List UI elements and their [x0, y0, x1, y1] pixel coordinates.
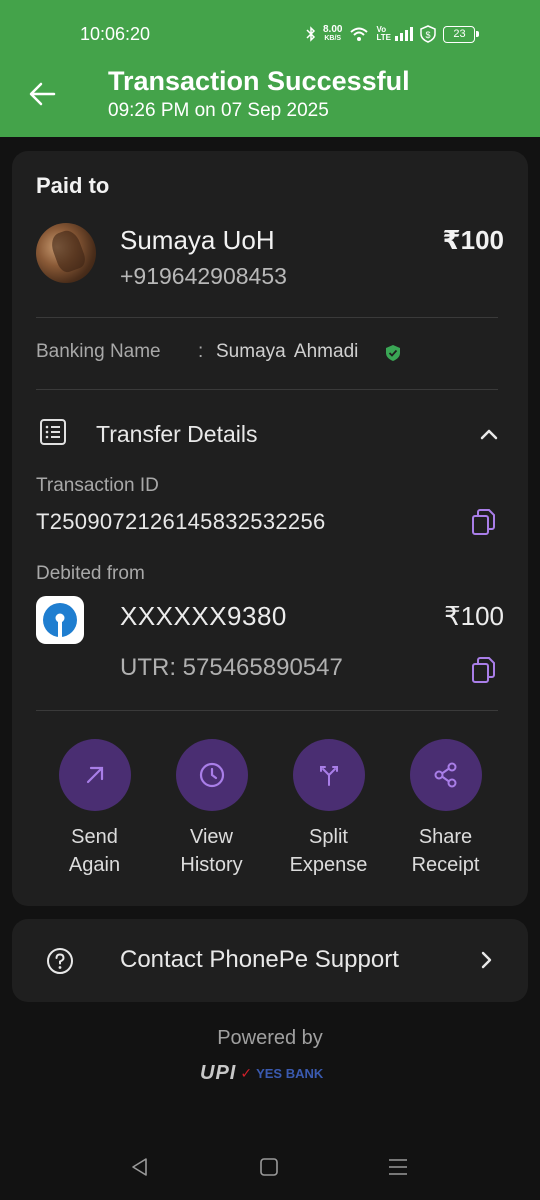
- system-nav-bar: [0, 1132, 540, 1200]
- banking-name-label: Banking Name: [36, 341, 161, 362]
- sbi-bank-logo: [36, 596, 84, 644]
- share-receipt-button[interactable]: Share Receipt: [387, 739, 504, 879]
- view-history-button[interactable]: View History: [153, 739, 270, 879]
- transaction-id-label: Transaction ID: [36, 475, 159, 496]
- bluetooth-icon: [306, 26, 316, 42]
- back-button[interactable]: [24, 76, 60, 112]
- split-icon: [319, 766, 338, 786]
- action-label-line1: Split: [309, 826, 348, 848]
- arrow-up-right-icon: [86, 766, 103, 784]
- utr-number: UTR: 575465890547: [120, 654, 343, 681]
- sbi-logo-icon: [43, 603, 77, 637]
- divider: [36, 710, 498, 711]
- nav-back-button[interactable]: [129, 1156, 151, 1178]
- status-bar: 10:06:20 8.00 KB/S Vo LTE $ 23: [0, 22, 540, 48]
- action-circle: [292, 739, 365, 811]
- quick-actions: Send Again View History Split Expense Share…: [36, 739, 504, 889]
- help-circle-icon: [47, 948, 73, 974]
- split-expense-button[interactable]: Split Expense: [270, 739, 387, 879]
- status-time: 10:06:20: [80, 24, 151, 44]
- shield-dollar-icon: $: [420, 25, 437, 43]
- banking-name-colon: :: [198, 341, 204, 362]
- receipt-list-icon: [40, 419, 66, 445]
- network-speed: 8.00 KB/S: [323, 25, 342, 43]
- action-label: View History: [153, 823, 270, 879]
- action-label-line2: Receipt: [411, 854, 480, 876]
- payee-phone: +919642908453: [120, 263, 287, 289]
- action-label-line1: View: [190, 826, 233, 848]
- share-icon: [434, 762, 456, 788]
- contact-support-button[interactable]: Contact PhonePe Support: [12, 919, 528, 1002]
- action-label-line2: Again: [68, 854, 121, 876]
- action-label: Split Expense: [270, 823, 387, 879]
- chevron-up-icon: [480, 429, 498, 440]
- battery-indicator: 23: [443, 25, 480, 43]
- copy-transaction-id-button[interactable]: [469, 508, 497, 536]
- signal-icon: [395, 27, 414, 41]
- speed-unit: KB/S: [324, 35, 342, 42]
- divider: [36, 389, 498, 390]
- banking-name-value: Sumaya Ahmadi: [216, 341, 359, 362]
- svg-text:$: $: [426, 30, 431, 40]
- payee-avatar: [36, 223, 96, 283]
- app-header: 10:06:20 8.00 KB/S Vo LTE $ 23 Transacti…: [0, 0, 540, 137]
- page-title: Transaction Successful: [108, 66, 410, 96]
- menu-lines-icon: [389, 1159, 407, 1175]
- action-label-line1: Send: [71, 826, 118, 848]
- debited-amount: ₹100: [444, 601, 504, 631]
- volte-indicator: Vo LTE: [376, 25, 391, 42]
- clock-icon: [199, 762, 224, 788]
- arrow-left-icon: [29, 82, 56, 106]
- action-label: Share Receipt: [387, 823, 504, 879]
- contact-support-label: Contact PhonePe Support: [120, 946, 399, 973]
- payee-name: Sumaya UoH: [120, 225, 275, 255]
- debited-from-label: Debited from: [36, 563, 145, 584]
- action-label-line1: Share: [418, 826, 473, 848]
- transfer-details-label: Transfer Details: [96, 421, 258, 447]
- action-circle: [409, 739, 482, 811]
- debited-account-number: XXXXXX9380: [120, 601, 287, 631]
- copy-utr-button[interactable]: [469, 656, 497, 684]
- action-label: Send Again: [36, 823, 153, 879]
- payment-amount: ₹100: [442, 225, 504, 255]
- paid-to-heading: Paid to: [36, 173, 110, 198]
- action-label-line2: History: [180, 854, 243, 876]
- nav-recents-button[interactable]: [387, 1156, 409, 1178]
- verified-shield-icon: [386, 345, 400, 361]
- square-home-icon: [260, 1158, 278, 1176]
- chevron-right-icon: [481, 951, 492, 969]
- nav-home-button[interactable]: [258, 1156, 280, 1178]
- action-circle: [58, 739, 131, 811]
- transaction-datetime: 09:26 PM on 07 Sep 2025: [108, 100, 329, 121]
- action-circle: [175, 739, 248, 811]
- speed-value: 8.00: [323, 24, 343, 35]
- upi-logo: UPI: [200, 1061, 237, 1084]
- yes-bank-logo: YES BANK: [256, 1065, 324, 1081]
- copy-icon: [472, 509, 495, 535]
- action-label-line2: Expense: [289, 854, 368, 876]
- wifi-icon: [350, 27, 369, 41]
- triangle-back-icon: [132, 1158, 147, 1176]
- copy-icon: [472, 657, 495, 683]
- status-icons: 8.00 KB/S Vo LTE $ 23: [306, 22, 480, 46]
- divider: [36, 317, 498, 318]
- transaction-id-value: T2509072126145832532256: [36, 509, 326, 534]
- transaction-card: Paid to Sumaya UoH +919642908453 ₹100 Ba…: [12, 151, 528, 906]
- partner-logos: UPI ✓ YES BANK: [200, 1061, 324, 1084]
- send-again-button[interactable]: Send Again: [36, 739, 153, 879]
- transfer-details-toggle[interactable]: Transfer Details: [36, 415, 502, 455]
- powered-by-label: Powered by: [217, 1027, 323, 1049]
- yes-bank-tick-icon: ✓: [240, 1064, 253, 1081]
